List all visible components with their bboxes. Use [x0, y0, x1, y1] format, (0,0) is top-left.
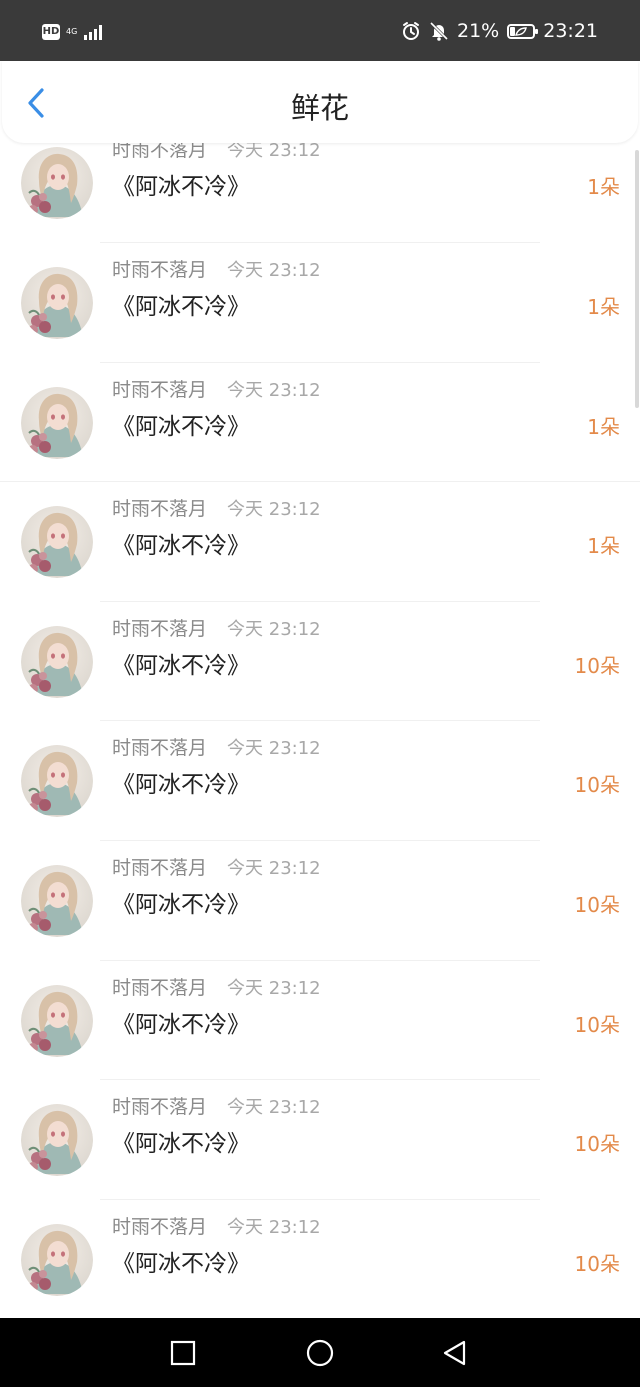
network-type: 4G — [66, 27, 78, 36]
list-item[interactable]: 时雨不落月 今天 23:12 《阿冰不冷》 10朵 — [0, 602, 640, 722]
network-badge: 4G — [66, 28, 77, 36]
item-meta: 时雨不落月 今天 23:12 — [112, 614, 321, 641]
recent-apps-icon[interactable] — [168, 1338, 198, 1368]
clock: 23:21 — [543, 20, 598, 42]
item-meta: 时雨不落月 今天 23:12 — [112, 1092, 321, 1119]
item-meta: 时雨不落月 今天 23:12 — [112, 853, 321, 880]
flower-count: 10朵 — [574, 892, 620, 917]
book-title[interactable]: 《阿冰不冷》 — [112, 526, 250, 560]
status-bar: HD 4G 21% 23:21 — [0, 0, 640, 61]
sender-name[interactable]: 时雨不落月 — [112, 494, 207, 521]
navigation-bar — [0, 1318, 640, 1387]
list-item[interactable]: 时雨不落月 今天 23:12 《阿冰不冷》 10朵 — [0, 721, 640, 841]
flower-count: 10朵 — [574, 1251, 620, 1276]
flower-count: 1朵 — [587, 414, 620, 439]
book-title[interactable]: 《阿冰不冷》 — [112, 646, 250, 680]
sender-name[interactable]: 时雨不落月 — [112, 733, 207, 760]
avatar[interactable] — [21, 745, 93, 818]
avatar[interactable] — [21, 506, 93, 579]
book-title[interactable]: 《阿冰不冷》 — [112, 287, 250, 321]
timestamp: 今天 23:12 — [227, 857, 321, 879]
book-title[interactable]: 《阿冰不冷》 — [112, 167, 250, 201]
item-meta: 时雨不落月 今天 23:12 — [112, 375, 321, 402]
book-title[interactable]: 《阿冰不冷》 — [112, 765, 250, 799]
sender-name[interactable]: 时雨不落月 — [112, 614, 207, 641]
hd-badge: HD — [42, 24, 60, 40]
avatar[interactable] — [21, 386, 93, 459]
flower-count: 10朵 — [574, 1132, 620, 1157]
item-meta: 时雨不落月 今天 23:12 — [112, 494, 321, 521]
timestamp: 今天 23:12 — [227, 260, 321, 281]
avatar[interactable] — [21, 864, 93, 937]
list-item[interactable]: 时雨不落月 今天 23:12 《阿冰不冷》 1朵 — [0, 243, 640, 363]
book-title[interactable]: 《阿冰不冷》 — [112, 1124, 250, 1158]
back-icon[interactable] — [440, 1338, 470, 1368]
avatar[interactable] — [21, 625, 93, 698]
avatar[interactable] — [21, 1104, 93, 1177]
item-meta: 时雨不落月 今天 23:12 — [112, 973, 321, 1000]
item-meta: 时雨不落月 今天 23:12 — [112, 255, 321, 282]
sender-name[interactable]: 时雨不落月 — [112, 255, 207, 282]
list-item[interactable]: 时雨不落月 今天 23:12 《阿冰不冷》 10朵 — [0, 961, 640, 1081]
home-icon[interactable] — [305, 1338, 335, 1368]
timestamp: 今天 23:12 — [227, 1097, 321, 1119]
header: 鲜花 — [2, 61, 638, 143]
book-title[interactable]: 《阿冰不冷》 — [112, 1244, 250, 1278]
sender-name[interactable]: 时雨不落月 — [112, 853, 207, 880]
flower-count: 10朵 — [574, 653, 620, 678]
signal-icon — [84, 24, 103, 40]
flower-count: 1朵 — [587, 175, 620, 199]
list-item[interactable]: 时雨不落月 今天 23:12 《阿冰不冷》 10朵 — [0, 1080, 640, 1200]
sender-name[interactable]: 时雨不落月 — [112, 375, 207, 402]
flower-count: 10朵 — [574, 1012, 620, 1037]
sender-name[interactable]: 时雨不落月 — [112, 1212, 207, 1239]
timestamp: 今天 23:12 — [227, 738, 321, 760]
avatar[interactable] — [21, 267, 93, 339]
flower-list: 时雨不落月 今天 23:12 《阿冰不冷》 1朵 时雨不落月 今天 23:12 … — [0, 139, 640, 1320]
list-item[interactable]: 时雨不落月 今天 23:12 《阿冰不冷》 1朵 — [0, 363, 640, 483]
avatar[interactable] — [21, 1223, 93, 1296]
flower-count: 1朵 — [587, 534, 620, 559]
timestamp: 今天 23:12 — [227, 618, 321, 640]
avatar[interactable] — [21, 984, 93, 1057]
scrollbar[interactable] — [635, 150, 639, 408]
sender-name[interactable]: 时雨不落月 — [112, 1092, 207, 1119]
timestamp: 今天 23:12 — [227, 977, 321, 999]
battery-percent: 21% — [457, 20, 500, 42]
book-title[interactable]: 《阿冰不冷》 — [112, 885, 250, 919]
flower-count: 10朵 — [574, 773, 620, 798]
mute-bell-icon — [429, 21, 449, 41]
status-right: 21% 23:21 — [401, 20, 598, 42]
battery-saver-icon — [507, 23, 539, 39]
sender-name[interactable]: 时雨不落月 — [112, 973, 207, 1000]
page-title: 鲜花 — [290, 91, 349, 125]
item-meta: 时雨不落月 今天 23:12 — [112, 733, 321, 760]
list-item[interactable]: 时雨不落月 今天 23:12 《阿冰不冷》 1朵 — [0, 482, 640, 602]
avatar[interactable] — [21, 147, 93, 219]
book-title[interactable]: 《阿冰不冷》 — [112, 407, 250, 441]
timestamp: 今天 23:12 — [227, 1216, 321, 1238]
timestamp: 今天 23:12 — [227, 499, 321, 521]
item-meta: 时雨不落月 今天 23:12 — [112, 1212, 321, 1239]
list-item[interactable]: 时雨不落月 今天 23:12 《阿冰不冷》 10朵 — [0, 1200, 640, 1320]
status-left: HD 4G — [42, 24, 103, 40]
alarm-icon — [403, 22, 419, 40]
timestamp: 今天 23:12 — [227, 379, 321, 401]
list-item[interactable]: 时雨不落月 今天 23:12 《阿冰不冷》 1朵 — [0, 139, 640, 243]
list-item[interactable]: 时雨不落月 今天 23:12 《阿冰不冷》 10朵 — [0, 841, 640, 961]
book-title[interactable]: 《阿冰不冷》 — [112, 1005, 250, 1039]
flower-count: 1朵 — [587, 295, 620, 319]
